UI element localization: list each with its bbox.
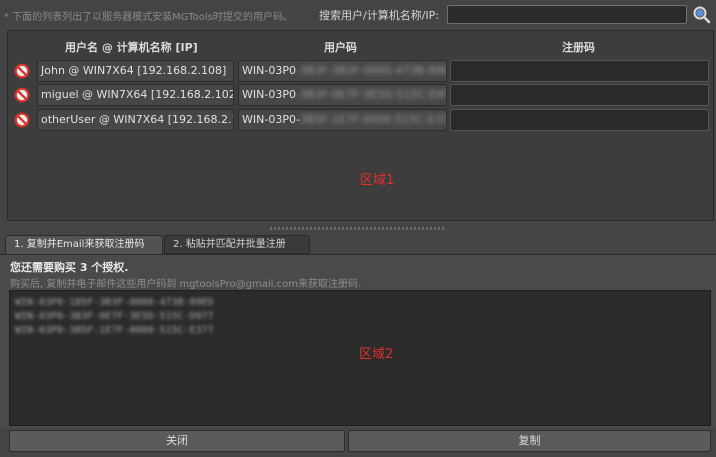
licenses-needed-text: 您还需要购买 3 个授权. [10,261,129,274]
column-header-code: 用户码 [324,41,357,54]
user-code-cell: WIN-03P0-3B5F-1E7F-0000-515C-E377 [238,109,447,131]
copy-button[interactable]: 复制 [348,430,711,452]
search-input[interactable] [447,5,687,24]
hint-text: * 下面的列表列出了以服务器模式安装MGTools时提交的用户码。 [4,12,293,23]
table-row: John @ WIN7X64 [192.168.2.108] WIN-03P0-… [8,60,713,82]
ban-icon[interactable] [14,63,30,79]
registration-code-field[interactable] [450,60,709,82]
user-codes-textarea[interactable]: WIN-03P0-1B5F-3B3F-0000-473B-89ED WIN-03… [9,290,711,426]
column-header-user: 用户名 @ 计算机名称 [IP] [65,41,198,54]
zone-1-label: 区域1 [360,173,395,188]
table-row: otherUser @ WIN7X64 [192.168.2.103] WIN-… [8,109,713,131]
user-code-hidden: 3B5F-1E7F-0000-515C-E377 [299,113,447,126]
instructions-text: 购买后, 复制并电子邮件这些用户码到 mgtoolsPro@gmail.com来… [10,279,362,290]
ban-icon[interactable] [14,112,30,128]
registration-code-field[interactable] [450,84,709,106]
user-code-hidden: -3B3F-3B3F-0000-473B-89ED [295,64,447,77]
user-code-cell: WIN-03P0-3B3F-0E7F-3E5D-515C-D977 [238,84,447,106]
table-row: miguel @ WIN7X64 [192.168.2.102] WIN-03P… [8,84,713,106]
registration-code-field[interactable] [450,109,709,131]
user-code-prefix: WIN-03P0- [242,113,300,126]
user-code-panel: 用户名 @ 计算机名称 [IP] 用户码 注册码 John @ WIN7X64 … [7,30,714,221]
splitter-handle[interactable] [270,227,446,230]
search-icon [693,6,711,24]
user-code-cell: WIN-03P0-3B3F-3B3F-0000-473B-89ED [238,60,447,82]
tab-content-panel: 您还需要购买 3 个授权. 购买后, 复制并电子邮件这些用户码到 mgtools… [0,254,716,428]
top-bar: * 下面的列表列出了以服务器模式安装MGTools时提交的用户码。 搜索用户/计… [0,0,716,30]
tab-copy-email[interactable]: 1. 复制并Email来获取注册码 [5,235,163,254]
zone-2-label: 区域2 [359,347,394,362]
user-code-hidden: -3B3F-0E7F-3E5D-515C-D977 [295,88,447,101]
user-cell: miguel @ WIN7X64 [192.168.2.102] [37,84,234,106]
user-code-line: WIN-03P0-3B3F-0E7F-3E5D-515C-D977 [15,311,214,322]
user-cell: John @ WIN7X64 [192.168.2.108] [37,60,234,82]
user-code-prefix: WIN-03P0 [242,88,296,101]
user-code-prefix: WIN-03P0 [242,64,296,77]
user-code-line: WIN-03P0-3B5F-1E7F-0000-515C-E377 [15,325,214,336]
close-button[interactable]: 关闭 [9,430,345,452]
user-code-line: WIN-03P0-1B5F-3B3F-0000-473B-89ED [15,297,214,308]
user-cell: otherUser @ WIN7X64 [192.168.2.103] [37,109,234,131]
tab-paste-register[interactable]: 2. 粘贴并匹配并批量注册 [164,235,310,254]
column-header-reg: 注册码 [562,41,595,54]
ban-icon[interactable] [14,87,30,103]
search-button[interactable] [692,5,712,25]
search-label: 搜索用户/计算机名称/IP: [319,9,439,22]
